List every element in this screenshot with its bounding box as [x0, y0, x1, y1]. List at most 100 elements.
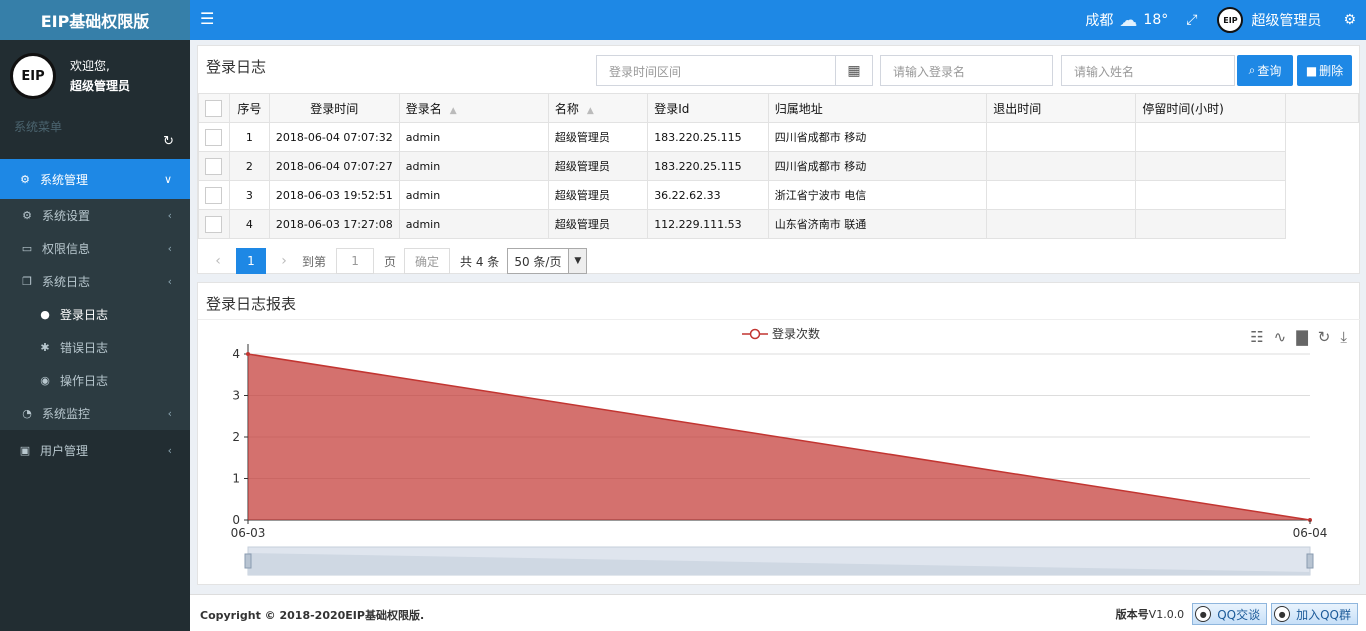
- settings-gear-icon[interactable]: ⚙: [1343, 12, 1356, 28]
- cell-login-id: 36.22.62.33: [647, 180, 769, 210]
- col-header-login-name[interactable]: 登录名 ▲: [398, 93, 549, 123]
- user-avatar[interactable]: EIP: [1217, 7, 1244, 33]
- qq-icon: ●: [1195, 606, 1212, 622]
- dashboard-icon: ◔: [22, 407, 32, 420]
- fullscreen-icon[interactable]: ⤢: [1186, 12, 1197, 28]
- row-checkbox[interactable]: [205, 215, 223, 233]
- row-select-cell: [198, 122, 230, 152]
- page-size-select[interactable]: 50 条/页 ▼: [507, 248, 588, 274]
- col-header-logout-time: 退出时间: [986, 93, 1137, 123]
- sidebar-item-operation-log[interactable]: ◉ 操作日志: [0, 364, 190, 397]
- col-header-login-time[interactable]: 登录时间: [268, 93, 400, 123]
- goto-confirm-button[interactable]: 确定: [404, 248, 451, 274]
- col-header-label: 登录名: [405, 101, 442, 116]
- cell-login-id: 183.220.25.115: [647, 151, 769, 181]
- copyright-text: Copyright © 2018-2020EIP基础权限版.: [200, 609, 425, 622]
- chevron-left-icon: ‹: [167, 242, 172, 255]
- sidebar-item-system-log[interactable]: ❐ 系统日志 ‹: [0, 265, 190, 298]
- sidebar-item-system-settings[interactable]: ⚙ 系统设置 ‹: [0, 199, 190, 232]
- cell-login-name: admin: [398, 151, 549, 181]
- name-input[interactable]: 请输入姓名: [1061, 55, 1235, 86]
- gear-outline-icon: ⚙: [22, 209, 32, 222]
- query-label: 查询: [1257, 64, 1282, 78]
- menu-toggle-icon[interactable]: ☰: [200, 9, 214, 28]
- sidebar-item-system-monitor[interactable]: ◔ 系统监控 ‹: [0, 397, 190, 430]
- qq-group-button[interactable]: ● 加入QQ群: [1271, 603, 1358, 625]
- submenu: ⚙ 系统设置 ‹ ▭ 权限信息 ‹ ❐ 系统日志 ‹ ● 登录日志 ✱ 错误日志…: [0, 199, 190, 430]
- cell-logout-time: [986, 122, 1137, 152]
- qq-chat-label: QQ交谈: [1217, 607, 1261, 622]
- sidebar-item-user-management[interactable]: ▣ 用户管理 ‹: [0, 430, 190, 470]
- version-number: V1.0.0: [1148, 608, 1185, 621]
- app-logo-title[interactable]: EIP基础权限版: [0, 0, 190, 40]
- y-tick-label: 1: [232, 472, 240, 486]
- row-checkbox[interactable]: [205, 186, 223, 204]
- col-header-name[interactable]: 名称 ▲: [547, 93, 649, 123]
- cloud-icon: ☁: [1119, 9, 1138, 31]
- sidebar-item-label: 登录日志: [60, 308, 109, 322]
- greeting-text: 欢迎您,: [70, 59, 110, 73]
- cell-location: 四川省成都市 移动: [767, 151, 988, 181]
- cell-login-id: 112.229.111.53: [647, 209, 769, 239]
- table-row[interactable]: 1 2018-06-04 07:07:32 admin 超级管理员 183.22…: [198, 122, 1359, 152]
- cell-login-time: 2018-06-03 17:27:08: [268, 209, 400, 239]
- cell-stay-hours: [1135, 122, 1287, 152]
- eye-icon: ◉: [40, 374, 50, 387]
- weather-temperature: 18°: [1143, 12, 1169, 28]
- avatar: EIP: [10, 53, 56, 99]
- table-row[interactable]: 2 2018-06-04 07:07:27 admin 超级管理员 183.22…: [198, 151, 1359, 181]
- user-icon: ●: [40, 308, 50, 321]
- sort-icon[interactable]: ▲: [587, 106, 594, 116]
- delete-button[interactable]: ■ 删除: [1297, 55, 1352, 86]
- calendar-icon[interactable]: ▦: [835, 55, 873, 86]
- row-checkbox[interactable]: [205, 157, 223, 175]
- row-select-cell: [198, 180, 230, 210]
- cell-stay-hours: [1135, 151, 1287, 181]
- chevron-left-icon: ‹: [167, 407, 172, 420]
- cell-name: 超级管理员: [547, 122, 649, 152]
- y-tick-label: 2: [232, 430, 240, 444]
- login-name-input[interactable]: 请输入登录名: [880, 55, 1053, 86]
- refresh-icon[interactable]: ↻: [163, 134, 174, 149]
- user-panel: EIP 欢迎您, 超级管理员: [0, 40, 190, 112]
- cell-filler: [1285, 122, 1359, 152]
- cell-no: 1: [228, 122, 270, 152]
- sidebar-item-login-log[interactable]: ● 登录日志: [0, 298, 190, 331]
- cell-filler: [1285, 209, 1359, 239]
- col-header-label: 名称: [554, 101, 579, 116]
- page-current[interactable]: 1: [236, 248, 266, 274]
- goto-page-input[interactable]: 1: [336, 248, 375, 274]
- table-row[interactable]: 4 2018-06-03 17:27:08 admin 超级管理员 112.22…: [198, 209, 1359, 239]
- data-zoom-handle-right: [1306, 553, 1314, 569]
- menu-header-label: 系统菜单: [14, 120, 63, 134]
- select-all-checkbox[interactable]: [205, 99, 223, 117]
- cell-filler: [1285, 151, 1359, 181]
- qq-chat-button[interactable]: ● QQ交谈: [1192, 603, 1268, 625]
- sidebar-item-error-log[interactable]: ✱ 错误日志: [0, 331, 190, 364]
- table-header-row: 序号 登录时间 登录名 ▲ 名称 ▲ 登录Id 归属地址 退出时间 停留时间(小时): [198, 93, 1359, 123]
- sidebar-item-label: 错误日志: [60, 341, 109, 355]
- col-header-login-id: 登录Id: [647, 93, 769, 123]
- prev-page-icon[interactable]: ‹: [206, 253, 230, 269]
- cell-login-name: admin: [398, 122, 549, 152]
- topbar-user-name[interactable]: 超级管理员: [1251, 10, 1321, 30]
- next-page-icon[interactable]: ›: [272, 253, 296, 269]
- series-point: [246, 352, 250, 356]
- chart-container: 登录次数 ☷ ∿ ▇ ↻ ⤓ 0 1 2 3 4 06-03 06-04: [198, 319, 1361, 589]
- query-button[interactable]: ⌕ 查询: [1237, 55, 1293, 86]
- sort-icon[interactable]: ▲: [450, 106, 457, 116]
- cell-login-name: admin: [398, 180, 549, 210]
- row-checkbox[interactable]: [205, 128, 223, 146]
- data-zoom-handle-left: [244, 553, 252, 569]
- desktop-icon: ▭: [21, 242, 33, 255]
- gear-icon: ⚙: [20, 172, 30, 186]
- col-header-stay-hours: 停留时间(小时): [1135, 93, 1287, 123]
- sidebar-item-permission-info[interactable]: ▭ 权限信息 ‹: [0, 232, 190, 265]
- y-tick-label: 0: [232, 513, 240, 527]
- date-range-input[interactable]: 登录时间区间: [596, 55, 836, 86]
- table-row[interactable]: 3 2018-06-03 19:52:51 admin 超级管理员 36.22.…: [198, 180, 1359, 210]
- cell-login-time: 2018-06-04 07:07:32: [268, 122, 400, 152]
- sidebar-item-system-management[interactable]: ⚙ 系统管理 ∨: [0, 159, 190, 199]
- cell-logout-time: [986, 209, 1137, 239]
- cell-no: 3: [228, 180, 270, 210]
